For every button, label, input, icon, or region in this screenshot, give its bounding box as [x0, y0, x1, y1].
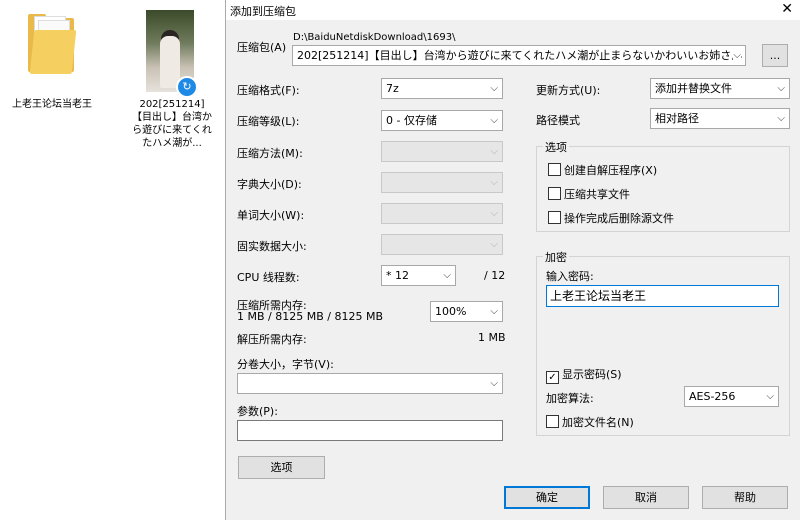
method-label: 压缩方法(M): [237, 147, 303, 160]
update-label: 更新方式(U): [536, 84, 601, 97]
password-label: 输入密码: [546, 270, 594, 283]
chevron-down-icon: ⌵ [490, 146, 498, 157]
format-select[interactable]: 7z ⌵ [381, 78, 503, 99]
chevron-down-icon[interactable]: ⌵ [733, 46, 741, 65]
checkmark-icon: ✓ [546, 371, 559, 384]
method-select[interactable]: ⌵ [381, 141, 503, 162]
split-combo[interactable]: ⌵ [237, 373, 503, 394]
chevron-down-icon: ⌵ [490, 177, 498, 188]
folder-icon [28, 14, 77, 74]
level-select[interactable]: 0 - 仅存储 ⌵ [381, 110, 503, 131]
format-label: 压缩格式(F): [237, 84, 300, 97]
update-select[interactable]: 添加并替换文件 ⌵ [650, 78, 790, 99]
dict-label: 字典大小(D): [237, 178, 302, 191]
solid-label: 固实数据大小: [237, 240, 307, 253]
algorithm-value: AES-256 [689, 390, 736, 403]
chevron-down-icon: ⌵ [766, 391, 774, 402]
word-label: 单词大小(W): [237, 209, 305, 222]
password-value: 上老王论坛当老王 [550, 289, 647, 303]
chevron-down-icon: ⌵ [443, 270, 451, 281]
encrypt-names-label: 加密文件名(N) [562, 416, 634, 429]
algorithm-label: 加密算法: [546, 392, 594, 405]
chevron-down-icon: ⌵ [777, 83, 785, 94]
video-label: 202[251214]【目出し】台湾から遊びに来てくれたハメ潮が... [132, 99, 212, 149]
chevron-down-icon: ⌵ [490, 239, 498, 250]
mem-value: 1 MB / 8125 MB / 8125 MB [237, 310, 383, 323]
cpu-select[interactable]: * 12 ⌵ [381, 265, 456, 286]
dialog-title: 添加到压缩包 [230, 5, 296, 18]
checkbox-icon [548, 211, 561, 224]
checkbox-icon [548, 187, 561, 200]
cancel-button[interactable]: 取消 [603, 486, 689, 509]
shared-checkbox[interactable]: 压缩共享文件 [548, 186, 630, 202]
algorithm-select[interactable]: AES-256 ⌵ [684, 386, 779, 407]
folder-label: 上老王论坛当老王 [12, 99, 92, 110]
browse-button[interactable]: ... [762, 44, 788, 67]
level-label: 压缩等级(L): [237, 115, 300, 128]
archive-path: D:\BaiduNetdiskDownload\1693\ [293, 32, 456, 43]
checkbox-icon [546, 415, 559, 428]
word-select[interactable]: ⌵ [381, 203, 503, 224]
cpu-total: / 12 [484, 269, 506, 282]
dmem-label: 解压所需内存: [237, 333, 307, 346]
split-label: 分卷大小，字节(V): [237, 358, 334, 371]
shared-label: 压缩共享文件 [564, 188, 630, 201]
path-label: 路径模式 [536, 114, 580, 127]
title-bar: 添加到压缩包 ✕ [226, 0, 800, 20]
chevron-down-icon: ⌵ [777, 113, 785, 124]
archive-name-value: 202[251214]【目出し】台湾から遊びに来てくれたハメ潮が止まらないかわい… [297, 49, 743, 62]
password-input[interactable]: 上老王论坛当老王 [546, 285, 779, 307]
help-button[interactable]: 帮助 [702, 486, 788, 509]
encrypt-names-checkbox[interactable]: 加密文件名(N) [546, 414, 634, 430]
delete-label: 操作完成后删除源文件 [564, 212, 674, 225]
chevron-down-icon: ⌵ [490, 306, 498, 317]
encryption-group-title: 加密 [543, 249, 569, 265]
cpu-label: CPU 线程数: [237, 271, 300, 284]
ok-button[interactable]: 确定 [504, 486, 590, 509]
path-select[interactable]: 相对路径 ⌵ [650, 108, 790, 129]
sfx-checkbox[interactable]: 创建自解压程序(X) [548, 162, 657, 178]
sfx-label: 创建自解压程序(X) [564, 164, 658, 177]
level-value: 0 - 仅存储 [386, 114, 437, 127]
options-group-title: 选项 [543, 139, 569, 155]
param-label: 参数(P): [237, 405, 278, 418]
dict-select[interactable]: ⌵ [381, 172, 503, 193]
chevron-down-icon: ⌵ [490, 83, 498, 94]
cpu-value: * 12 [386, 269, 409, 282]
path-value: 相对路径 [655, 112, 699, 125]
sync-icon: ↻ [176, 76, 198, 98]
show-password-checkbox[interactable]: ✓ 显示密码(S) [546, 366, 622, 384]
solid-select[interactable]: ⌵ [381, 234, 503, 255]
archive-name-combo[interactable]: 202[251214]【目出し】台湾から遊びに来てくれたハメ潮が止まらないかわい… [292, 45, 746, 66]
add-to-archive-dialog: 添加到压缩包 ✕ 压缩包(A) D:\BaiduNetdiskDownload\… [225, 0, 800, 520]
update-value: 添加并替换文件 [655, 82, 732, 95]
dmem-value: 1 MB [478, 331, 506, 344]
mem-percent-value: 100% [435, 305, 467, 318]
delete-checkbox[interactable]: 操作完成后删除源文件 [548, 210, 674, 226]
close-icon[interactable]: ✕ [781, 1, 793, 17]
chevron-down-icon: ⌵ [490, 378, 498, 389]
mem-percent-select[interactable]: 100% ⌵ [430, 301, 503, 322]
format-value: 7z [386, 82, 399, 95]
chevron-down-icon: ⌵ [490, 208, 498, 219]
chevron-down-icon: ⌵ [490, 115, 498, 126]
param-input[interactable] [237, 420, 503, 441]
show-password-label: 显示密码(S) [562, 368, 622, 381]
checkbox-icon [548, 163, 561, 176]
archive-label: 压缩包(A) [237, 41, 287, 54]
options-button[interactable]: 选项 [238, 456, 325, 479]
